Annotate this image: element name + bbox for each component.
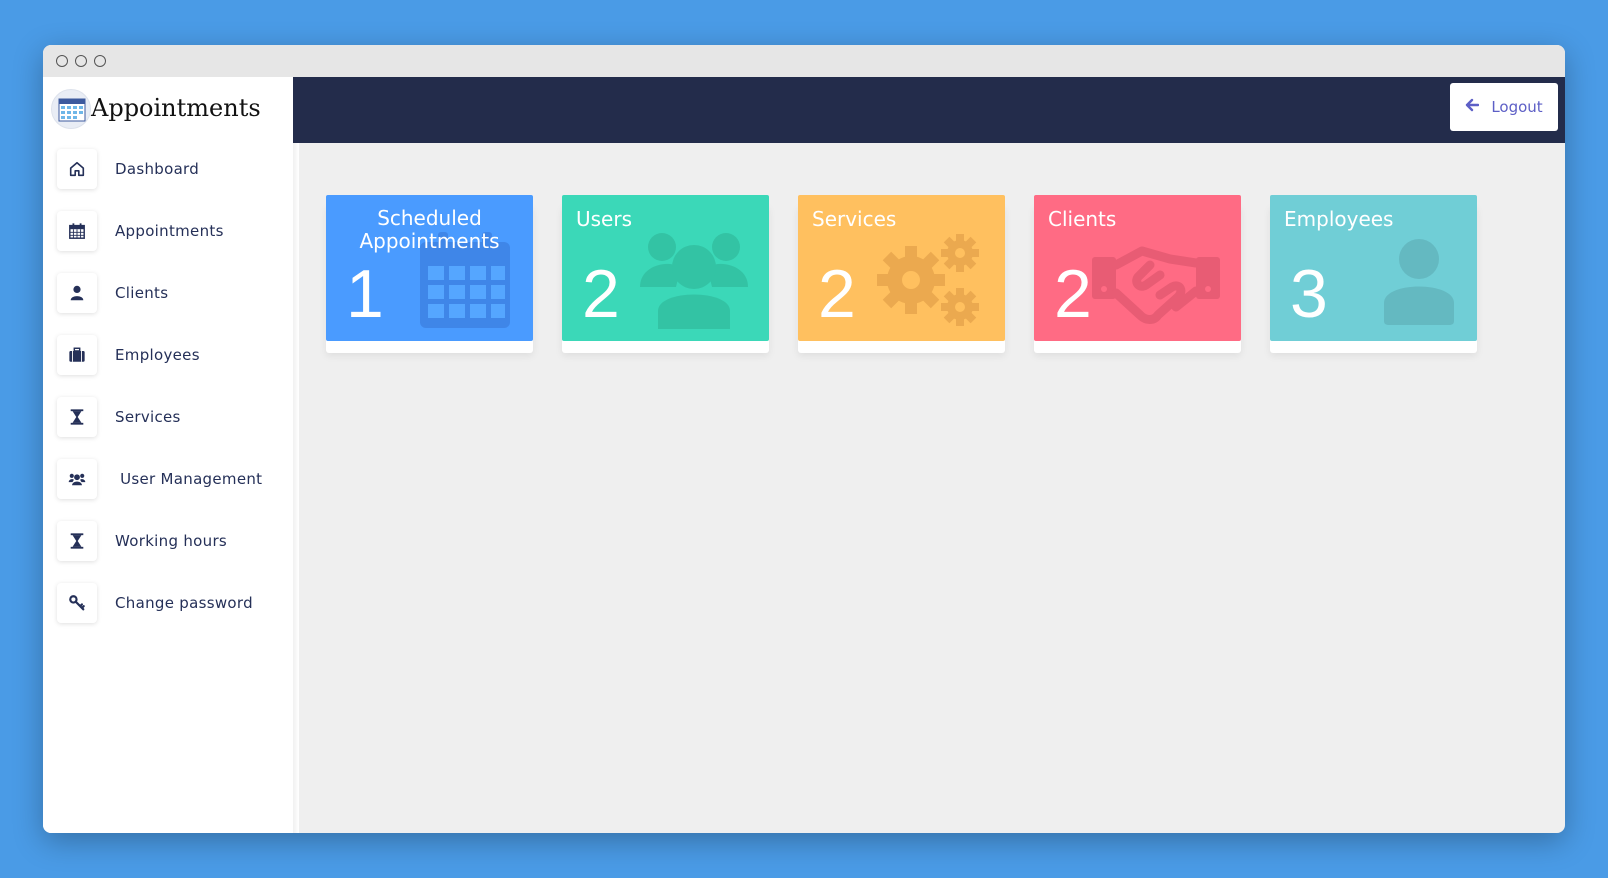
sidebar-item-label: Change password xyxy=(115,594,253,612)
stat-card-employees[interactable]: Employees 3 xyxy=(1270,195,1477,353)
key-icon xyxy=(57,583,97,623)
sidebar-item-label: User Management xyxy=(115,470,263,488)
sidebar-item-dashboard[interactable]: Dashboard xyxy=(57,149,293,191)
calendar-logo-icon xyxy=(51,89,91,129)
card-body: Users 2 xyxy=(562,195,769,341)
sidebar-item-clients[interactable]: Clients xyxy=(57,273,293,315)
users-icon xyxy=(640,233,748,329)
stat-card-scheduled-appointments[interactable]: Scheduled Appointments 1 xyxy=(326,195,533,353)
logout-button[interactable]: Logout xyxy=(1450,83,1558,131)
sidebar: Appointments Dashboard Appointments Clie… xyxy=(43,77,299,833)
card-body: Clients 2 xyxy=(1034,195,1241,341)
card-title: Scheduled Appointments xyxy=(359,206,500,253)
user-icon xyxy=(1384,239,1454,325)
app-title: Appointments xyxy=(91,94,261,122)
brand[interactable]: Appointments xyxy=(51,89,297,133)
sidebar-item-label: Services xyxy=(115,408,181,426)
sidebar-item-change-password[interactable]: Change password xyxy=(57,583,293,625)
stat-card-clients[interactable]: Clients 2 xyxy=(1034,195,1241,353)
handshake-icon xyxy=(1092,246,1220,324)
card-title: Clients xyxy=(1048,207,1117,231)
app-window: Appointments Dashboard Appointments Clie… xyxy=(43,45,1565,833)
briefcase-icon xyxy=(57,335,97,375)
sidebar-item-label: Dashboard xyxy=(115,160,200,178)
card-count: 2 xyxy=(818,256,856,332)
sidebar-item-working-hours[interactable]: Working hours xyxy=(57,521,293,563)
card-title: Users xyxy=(576,207,633,231)
card-title: Services xyxy=(812,207,897,231)
card-count: 3 xyxy=(1290,256,1328,332)
maximize-window-button[interactable] xyxy=(94,55,106,67)
calendar-icon xyxy=(57,211,97,251)
card-count: 2 xyxy=(582,256,620,332)
gears-icon xyxy=(877,234,979,326)
card-body: Scheduled Appointments 1 xyxy=(326,195,533,341)
card-title: Employees xyxy=(1284,207,1394,231)
card-body: Employees 3 xyxy=(1270,195,1477,341)
sidebar-shadow xyxy=(293,143,299,833)
arrow-left-icon xyxy=(1465,98,1480,116)
stat-card-users[interactable]: Users 2 xyxy=(562,195,769,353)
user-icon xyxy=(57,273,97,313)
sidebar-item-label: Appointments xyxy=(115,222,224,240)
close-window-button[interactable] xyxy=(56,55,68,67)
sidebar-item-employees[interactable]: Employees xyxy=(57,335,293,377)
home-icon xyxy=(57,149,97,189)
users-icon xyxy=(57,459,97,499)
stat-card-services[interactable]: Services 2 xyxy=(798,195,1005,353)
sidebar-item-appointments[interactable]: Appointments xyxy=(57,211,293,253)
title-bar xyxy=(43,45,1565,78)
sidebar-item-label: Employees xyxy=(115,346,200,364)
sidebar-item-label: Working hours xyxy=(115,532,228,550)
sidebar-item-services[interactable]: Services xyxy=(57,397,293,439)
sidebar-item-label: Clients xyxy=(115,284,169,302)
card-body: Services 2 xyxy=(798,195,1005,341)
sidebar-item-user-management[interactable]: User Management xyxy=(57,459,293,501)
top-bar: Logout xyxy=(293,77,1565,143)
card-count: 2 xyxy=(1054,256,1092,332)
minimize-window-button[interactable] xyxy=(75,55,87,67)
card-count: 1 xyxy=(346,256,384,332)
logout-label: Logout xyxy=(1491,98,1543,116)
hourglass-icon xyxy=(57,397,97,437)
hourglass-icon xyxy=(57,521,97,561)
